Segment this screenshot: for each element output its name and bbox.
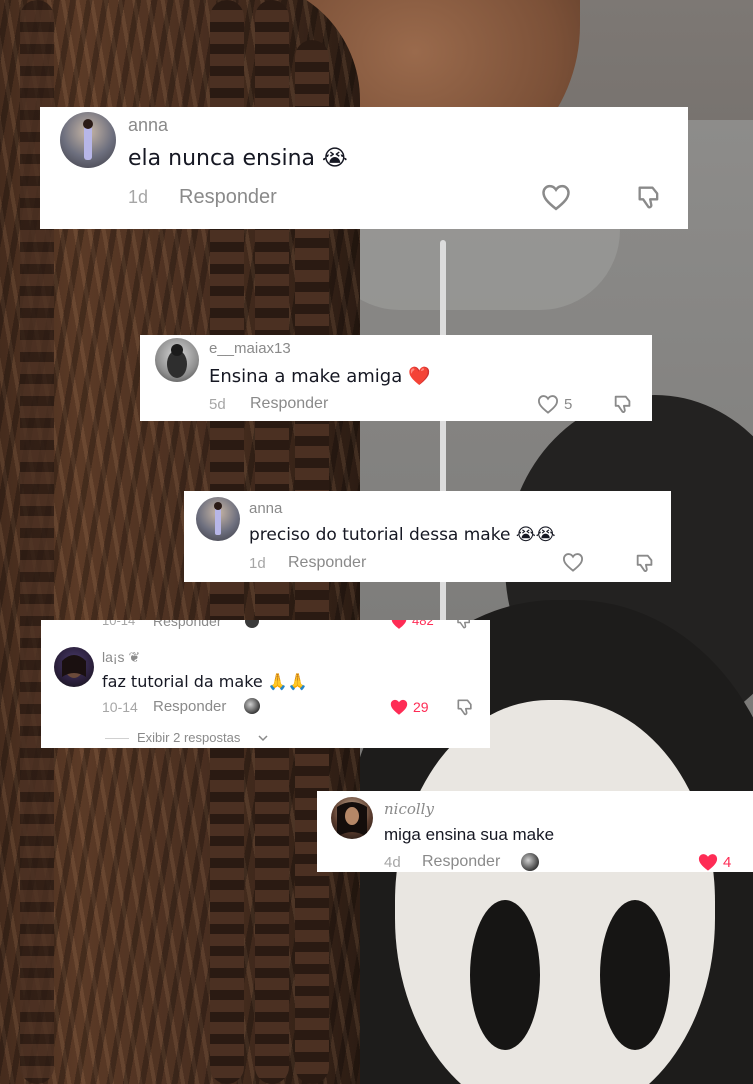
comment-text: preciso do tutorial dessa make 😭😭 xyxy=(249,525,556,545)
comment-card: e__maiax13 Ensina a make amiga ❤️ 5d Res… xyxy=(140,335,652,421)
comment-timestamp: 10-14 xyxy=(102,620,136,628)
comment-text: miga ensina sua make xyxy=(384,825,555,844)
comment-card: nicolly miga ensina sua make 4d Responde… xyxy=(317,791,753,872)
comment-username[interactable]: nicolly xyxy=(384,800,434,818)
avatar[interactable] xyxy=(54,647,94,687)
creator-liked-avatar-icon xyxy=(244,698,260,714)
heart-filled-icon[interactable] xyxy=(697,852,719,872)
reply-button[interactable]: Responder xyxy=(179,186,277,209)
like-count: 5 xyxy=(564,396,573,413)
creator-liked-avatar-icon xyxy=(245,620,259,628)
avatar[interactable] xyxy=(196,497,240,541)
dislike-icon[interactable] xyxy=(612,393,634,415)
creator-liked-avatar-icon xyxy=(521,853,539,871)
comment-text: Ensina a make amiga ❤️ xyxy=(209,366,431,387)
heart-outline-icon[interactable] xyxy=(562,552,584,572)
comment-card: anna ela nunca ensina 😭 1d Responder xyxy=(40,107,688,229)
comment-username[interactable]: la¡s ❦ xyxy=(102,649,140,666)
dislike-icon[interactable] xyxy=(455,620,473,630)
dislike-icon[interactable] xyxy=(634,552,656,574)
reply-button[interactable]: Responder xyxy=(153,620,222,629)
comment-card: anna preciso do tutorial dessa make 😭😭 1… xyxy=(184,491,671,582)
avatar[interactable] xyxy=(155,338,199,382)
avatar[interactable] xyxy=(60,112,116,168)
comment-timestamp: 1d xyxy=(249,555,266,572)
avatar[interactable] xyxy=(331,797,373,839)
like-count: 4 xyxy=(723,854,732,871)
comment-timestamp: 5d xyxy=(209,396,226,413)
comment-timestamp: 4d xyxy=(384,854,401,871)
comment-timestamp: 10-14 xyxy=(102,699,138,715)
comment-card: 10-14 Responder 482 la¡s ❦ faz tutorial … xyxy=(41,620,490,748)
dislike-icon[interactable] xyxy=(635,183,663,211)
reply-button[interactable]: Responder xyxy=(288,554,366,572)
view-replies-button[interactable]: Exibir 2 respostas xyxy=(137,730,240,745)
heart-outline-icon[interactable] xyxy=(537,394,559,414)
heart-filled-icon[interactable] xyxy=(390,620,408,630)
comment-timestamp: 1d xyxy=(128,187,149,207)
divider xyxy=(105,738,129,739)
reply-button[interactable]: Responder xyxy=(422,853,500,871)
like-count: 29 xyxy=(413,699,429,715)
comment-text: ela nunca ensina 😭 xyxy=(128,146,348,171)
chevron-down-icon xyxy=(258,735,268,742)
comment-text: faz tutorial da make 🙏🙏 xyxy=(102,672,308,691)
heart-filled-icon[interactable] xyxy=(389,698,409,716)
like-count: 482 xyxy=(412,620,434,628)
reply-button[interactable]: Responder xyxy=(153,698,226,715)
comment-username[interactable]: anna xyxy=(249,500,282,517)
heart-outline-icon[interactable] xyxy=(541,183,571,211)
reply-button[interactable]: Responder xyxy=(250,395,328,413)
dislike-icon[interactable] xyxy=(455,697,475,717)
comment-username[interactable]: anna xyxy=(128,115,168,136)
comment-username[interactable]: e__maiax13 xyxy=(209,340,291,357)
